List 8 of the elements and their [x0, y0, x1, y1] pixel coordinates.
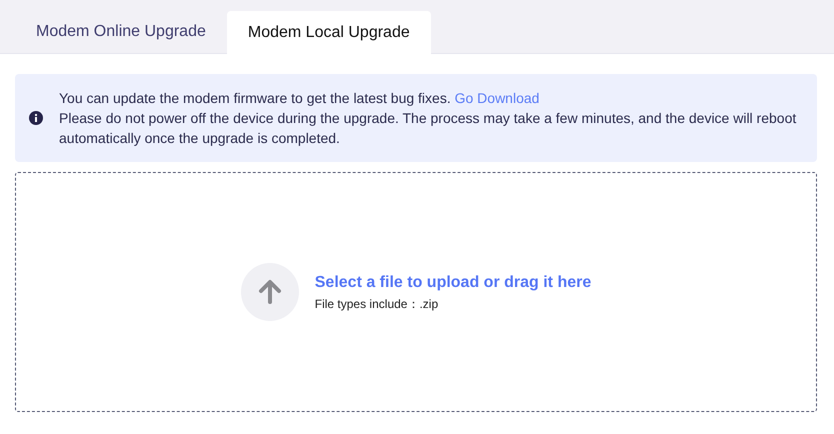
notice-text: Please do not power off the device during the upgrade. The process may take a few minutes, and the device will reboot automatically once the upgrade is completed.: [59, 110, 796, 146]
info-icon: [29, 111, 43, 125]
notice-text: You can update the modem firmware to get the latest bug fixes.: [59, 90, 451, 106]
tab[interactable]: Modem Local Upgrade: [226, 11, 431, 54]
file-types-hint: File types include：.zip: [314, 296, 440, 313]
tab[interactable]: Modem Online Upgrade: [15, 11, 227, 53]
upload-dropzone[interactable]: Select a file to upload or drag it here File types include：.zip: [15, 172, 817, 412]
upload-prompt: Select a file to upload or drag it here: [314, 273, 592, 293]
